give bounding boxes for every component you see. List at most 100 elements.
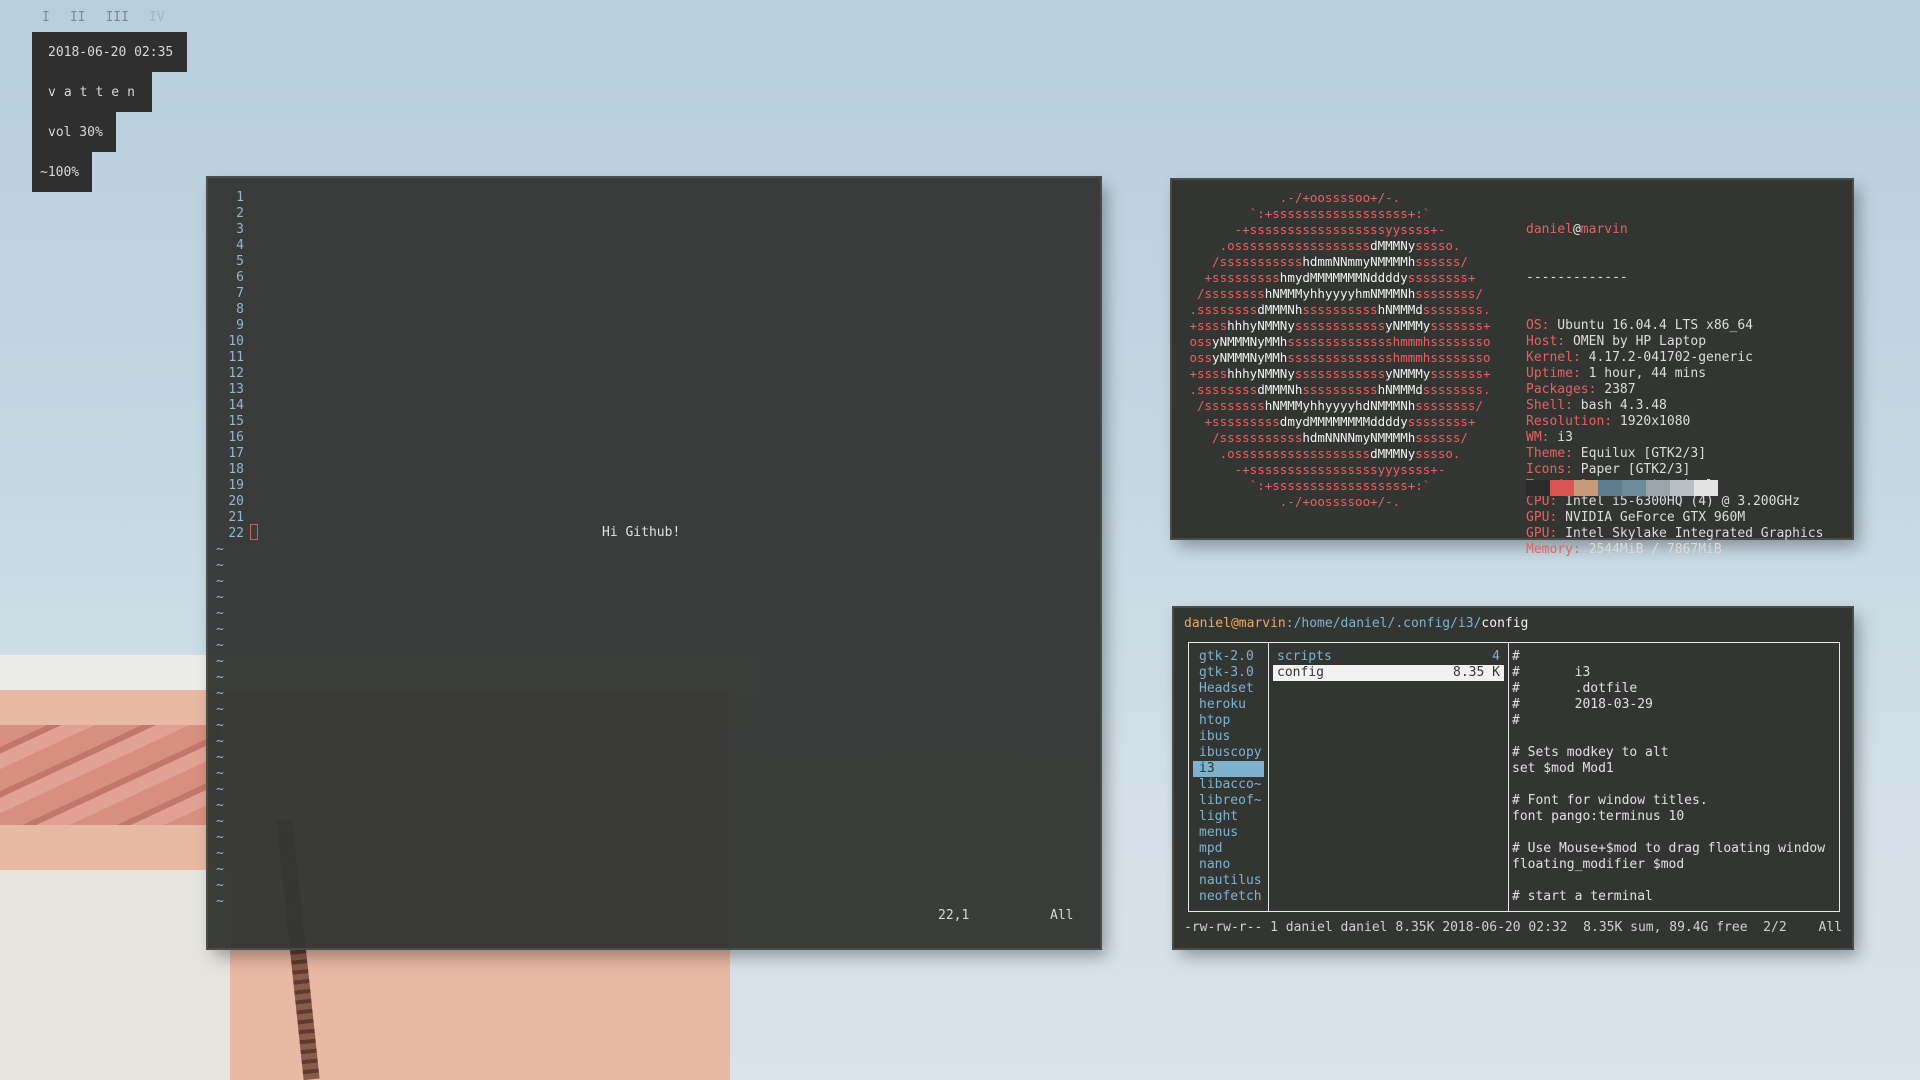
empty-line-tilde: ~ [216, 846, 224, 861]
empty-line-tilde: ~ [216, 670, 224, 685]
user-host-line: daniel@marvin [1526, 222, 1628, 237]
info-value: 2387 [1596, 382, 1636, 397]
info-row: Shell: bash 4.3.48 [1526, 398, 1823, 414]
ascii-line: -+ssssssssssssssssssyyssss+- [1234, 222, 1446, 237]
line-number: 17 [228, 446, 244, 461]
directory-entry[interactable]: ibuscopy [1189, 745, 1268, 761]
directory-entry[interactable]: nautilus [1189, 873, 1268, 889]
empty-line-tilde: ~ [216, 894, 224, 909]
color-swatch [1574, 480, 1598, 496]
info-row: Kernel: 4.17.2-041702-generic [1526, 350, 1823, 366]
info-row: Packages: 2387 [1526, 382, 1823, 398]
directory-entry[interactable]: mpd [1189, 841, 1268, 857]
status-battery: ~100% [32, 152, 92, 192]
info-key: Icons: [1526, 462, 1573, 477]
current-path: daniel@marvin:/home/daniel/.config/i3/co… [1184, 616, 1528, 631]
vim-window[interactable]: 1 2 3 4 5 6 7 8 9 10 11 12 13 14 15 16 17 18 19 20 21 22 ~ ~ ~ ~… [208, 178, 1100, 948]
ascii-line: .ssssssssdMMMNhsssssssssshNMMMdssssssss. [1189, 302, 1491, 317]
info-key: Uptime: [1526, 366, 1581, 381]
ascii-line: .-/+oossssoo+/-. [1279, 190, 1401, 205]
ascii-line: /sssssssshNMMMyhhyyyyhdNMMMNhssssssss/ [1197, 398, 1483, 413]
empty-line-tilde: ~ [216, 766, 224, 781]
line-number: 1 [236, 190, 244, 205]
line-number: 22 [228, 526, 244, 541]
info-key: Host: [1526, 334, 1566, 349]
line-number: 15 [228, 414, 244, 429]
info-key: OS: [1526, 318, 1550, 333]
buffer-text[interactable]: Hi Github! [602, 525, 680, 540]
line-number: 8 [236, 302, 244, 317]
directory-entry[interactable]: Headset [1189, 681, 1268, 697]
path-user: daniel@marvin [1184, 616, 1286, 631]
info-row: OS: Ubuntu 16.04.4 LTS x86_64 [1526, 318, 1823, 334]
file-entry[interactable]: scripts 4 [1269, 649, 1508, 665]
ascii-line: +sssshhhyNMMNyssssssssssssyNMMMysssssss+ [1189, 318, 1491, 333]
empty-line-tilde: ~ [216, 862, 224, 877]
ascii-line: .ossssssssssssssssssdMMMNysssso. [1219, 446, 1461, 461]
ascii-line: /sssssssshNMMMyhhyyyyhmNMMMNhssssssss/ [1197, 286, 1483, 301]
workspace-2[interactable]: II [70, 10, 86, 25]
empty-line-tilde: ~ [216, 574, 224, 589]
directory-entry[interactable]: gtk-3.0 [1189, 665, 1268, 681]
scroll-indicator: All [1818, 920, 1842, 935]
status-hostname: vatten [32, 72, 152, 112]
directory-entry[interactable]: libreof~ [1189, 793, 1268, 809]
ascii-line: ossyNMMMNyMMhsssssssssssssshmmmhssssssso [1189, 334, 1491, 349]
info-row: Uptime: 1 hour, 44 mins [1526, 366, 1823, 382]
line-number: 3 [236, 222, 244, 237]
directory-entry[interactable]: libacco~ [1189, 777, 1268, 793]
directory-entry[interactable]: heroku [1189, 697, 1268, 713]
workspace-3[interactable]: III [105, 10, 128, 25]
path-file: config [1481, 616, 1529, 631]
directory-entry[interactable]: i3 [1193, 761, 1264, 777]
text-cursor [250, 524, 258, 540]
directory-entry[interactable]: htop [1189, 713, 1268, 729]
info-key: Memory: [1526, 542, 1581, 557]
info-key: WM: [1526, 430, 1550, 445]
empty-line-tilde: ~ [216, 542, 224, 557]
directory-entry[interactable]: gtk-2.0 [1189, 649, 1268, 665]
neofetch-terminal[interactable]: .-/+oossssoo+/-. `:+ssssssssssssssssss+:`… [1172, 180, 1852, 557]
ascii-line: /ssssssssssshdmNNNNmyNMMMMhssssss/ [1212, 430, 1468, 445]
separator: ------------- [1526, 270, 1628, 285]
info-row: GPU: Intel Skylake Integrated Graphics [1526, 526, 1823, 542]
empty-line-tilde: ~ [216, 638, 224, 653]
ascii-line: +ssssssssshmydMMMMMMMNddddyssssssss+ [1204, 270, 1476, 285]
ubuntu-ascii-logo: .-/+oossssoo+/-. `:+ssssssssssssssssss+:`… [1180, 190, 1500, 510]
system-info: daniel@marvin ------------- OS: Ubuntu 1… [1526, 190, 1823, 590]
ascii-line: `:+ssssssssssssssssss+:` [1249, 206, 1431, 221]
directory-entry[interactable]: neofetch [1189, 889, 1268, 905]
info-value: Paper [GTK2/3] [1572, 462, 1691, 477]
info-key: Theme: [1526, 446, 1573, 461]
ascii-line: `:+ssssssssssssssssss+:` [1249, 478, 1431, 493]
ascii-line: .-/+oossssoo+/-. [1279, 494, 1401, 509]
ascii-line: .ossssssssssssssssssdMMMNysssso. [1219, 238, 1461, 253]
color-swatch [1550, 480, 1574, 496]
ranger-file-manager[interactable]: daniel@marvin:/home/daniel/.config/i3/co… [1174, 608, 1852, 948]
workspace-1[interactable]: I [42, 10, 50, 25]
empty-line-tilde: ~ [216, 782, 224, 797]
directory-entry[interactable]: nano [1189, 857, 1268, 873]
workspace-4[interactable]: IV [149, 10, 165, 25]
info-row: Resolution: 1920x1080 [1526, 414, 1823, 430]
file-entry[interactable]: config 8.35 K [1273, 665, 1504, 681]
empty-line-tilde: ~ [216, 558, 224, 573]
directory-entry[interactable]: menus [1189, 825, 1268, 841]
info-value: Intel i5-6300HQ (4) @ 3.200GHz [1557, 494, 1800, 509]
info-row: GPU: NVIDIA GeForce GTX 960M [1526, 510, 1823, 526]
info-key: Kernel: [1526, 350, 1581, 365]
info-value: OMEN by HP Laptop [1565, 334, 1707, 349]
line-number: 12 [228, 366, 244, 381]
status-volume: vol 30% [32, 112, 116, 152]
info-value: Ubuntu 16.04.4 LTS x86_64 [1549, 318, 1753, 333]
empty-line-tilde: ~ [216, 750, 224, 765]
info-row: Theme: Equilux [GTK2/3] [1526, 446, 1823, 462]
color-swatch [1670, 480, 1694, 496]
info-key: GPU: [1526, 510, 1558, 525]
directory-entry[interactable]: ibus [1189, 729, 1268, 745]
line-number: 14 [228, 398, 244, 413]
info-value: 1920x1080 [1612, 414, 1691, 429]
directory-entry[interactable]: light [1189, 809, 1268, 825]
file-size: 4 [1492, 649, 1500, 664]
info-value: bash 4.3.48 [1572, 398, 1667, 413]
